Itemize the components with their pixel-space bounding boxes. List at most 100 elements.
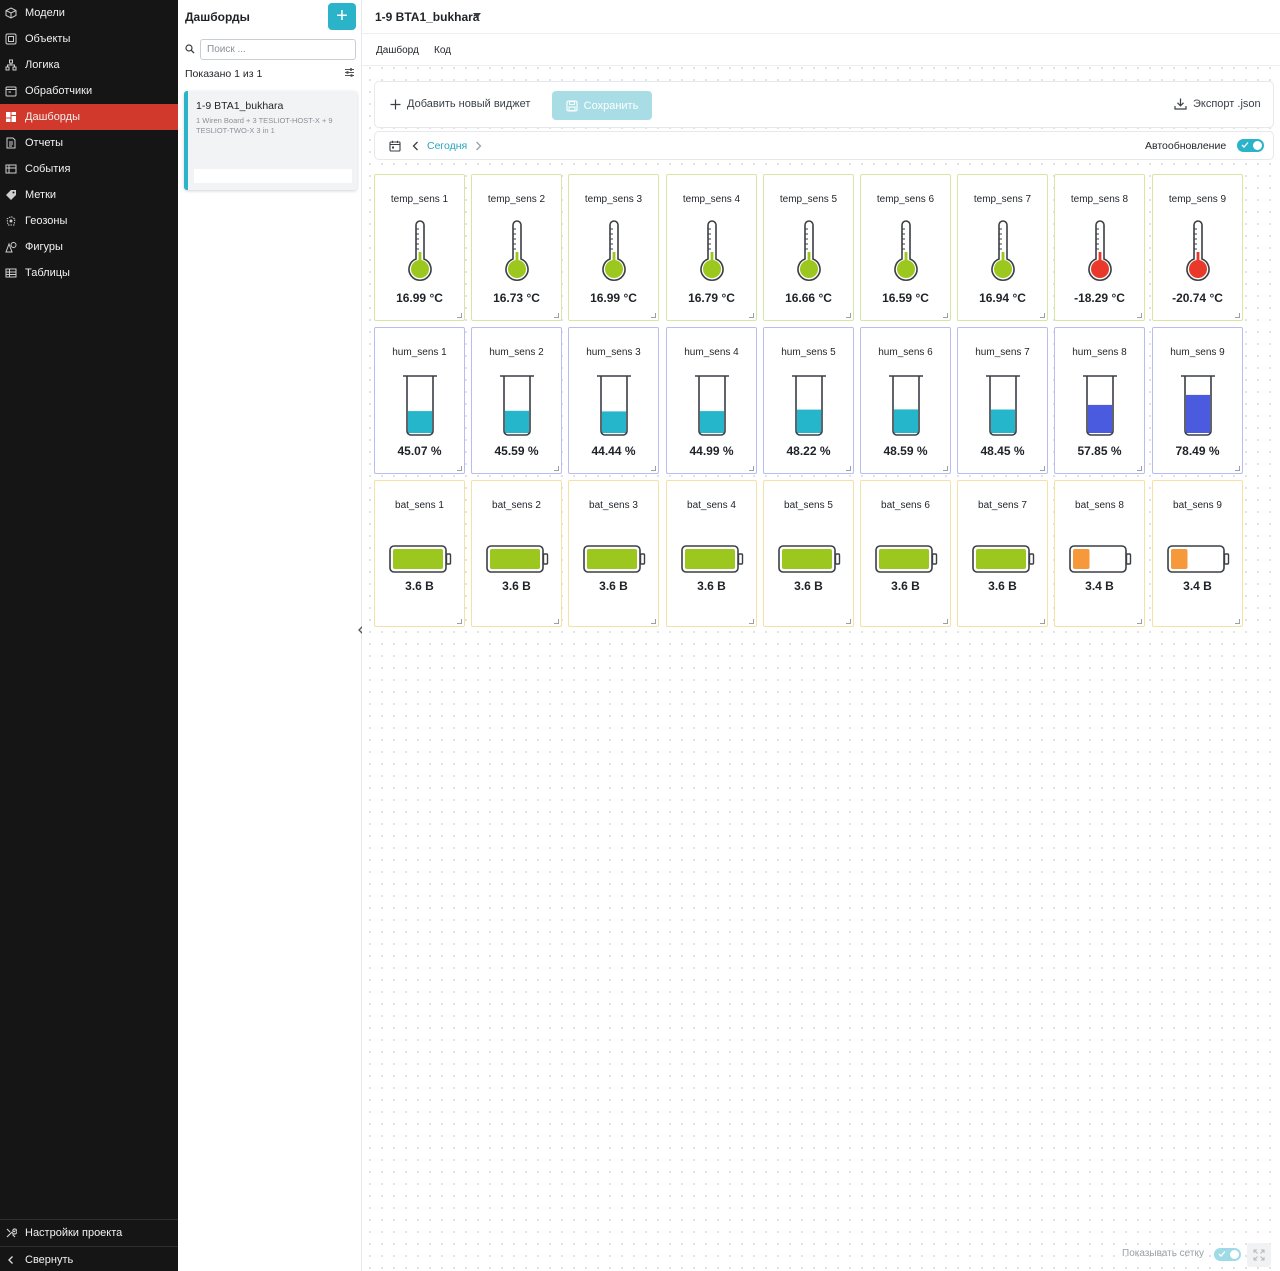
widget-title: bat_sens 4 bbox=[687, 500, 736, 511]
chevron-left-icon[interactable] bbox=[412, 141, 419, 151]
hum-widget[interactable]: hum_sens 1 45.07 % bbox=[374, 327, 465, 474]
bat-widget[interactable]: bat_sens 3 3.6 В bbox=[568, 480, 659, 627]
search-input[interactable]: Поиск ... bbox=[200, 39, 356, 60]
autorefresh-toggle[interactable] bbox=[1237, 139, 1264, 152]
resize-handle[interactable] bbox=[1235, 619, 1240, 624]
sidebar-item-object[interactable]: Объекты bbox=[0, 26, 178, 52]
resize-handle[interactable] bbox=[749, 313, 754, 318]
resize-handle[interactable] bbox=[1137, 619, 1142, 624]
add-widget-button[interactable]: Добавить новый виджет bbox=[390, 98, 530, 110]
hum-widget[interactable]: hum_sens 3 44.44 % bbox=[568, 327, 659, 474]
widget-value: 3.4 В bbox=[1183, 579, 1212, 593]
tab-code[interactable]: Код bbox=[434, 45, 451, 56]
hum-widget[interactable]: hum_sens 5 48.22 % bbox=[763, 327, 854, 474]
resize-handle[interactable] bbox=[1040, 466, 1045, 471]
widget-title: temp_sens 8 bbox=[1070, 194, 1129, 205]
resize-handle[interactable] bbox=[846, 313, 851, 318]
resize-handle[interactable] bbox=[943, 313, 948, 318]
sidebar-item-label: Логика bbox=[25, 59, 60, 71]
sidebar-item-label: Объекты bbox=[25, 33, 71, 45]
sidebar-item-geozone[interactable]: Геозоны bbox=[0, 208, 178, 234]
sidebar-item-tag[interactable]: Метки bbox=[0, 182, 178, 208]
widget-value: 3.6 В bbox=[794, 579, 823, 593]
temp-widget[interactable]: temp_sens 1 16.99 °C bbox=[374, 174, 465, 321]
temp-widget[interactable]: temp_sens 6 16.59 °C bbox=[860, 174, 951, 321]
add-dashboard-button[interactable]: + bbox=[328, 3, 356, 30]
resize-handle[interactable] bbox=[943, 619, 948, 624]
nav-collapse-button[interactable]: Свернуть bbox=[0, 1247, 178, 1271]
temp-widget[interactable]: temp_sens 7 16.94 °C bbox=[957, 174, 1048, 321]
temp-widget[interactable]: temp_sens 4 16.79 °C bbox=[666, 174, 757, 321]
widget-value: 3.6 В bbox=[502, 579, 531, 593]
bat-widget[interactable]: bat_sens 8 3.4 В bbox=[1054, 480, 1145, 627]
sidebar-item-handler[interactable]: Обработчики bbox=[0, 78, 178, 104]
resize-handle[interactable] bbox=[457, 619, 462, 624]
caret-down-icon[interactable] bbox=[473, 13, 481, 19]
resize-handle[interactable] bbox=[749, 466, 754, 471]
bat-widget[interactable]: bat_sens 2 3.6 В bbox=[471, 480, 562, 627]
dashboard-title[interactable]: 1-9 BTA1_bukhara bbox=[375, 10, 479, 24]
sidebar-item-dashboard[interactable]: Дашборды bbox=[0, 104, 178, 130]
export-json-button[interactable]: Экспорт .json bbox=[1174, 98, 1261, 110]
resize-handle[interactable] bbox=[554, 313, 559, 318]
resize-handle[interactable] bbox=[554, 619, 559, 624]
bat-widget[interactable]: bat_sens 7 3.6 В bbox=[957, 480, 1048, 627]
filter-sliders-icon[interactable] bbox=[344, 67, 355, 78]
resize-handle[interactable] bbox=[749, 619, 754, 624]
resize-handle[interactable] bbox=[1235, 466, 1240, 471]
resize-handle[interactable] bbox=[457, 313, 462, 318]
sidebar-item-cube[interactable]: Модели bbox=[0, 0, 178, 26]
bat-widget[interactable]: bat_sens 4 3.6 В bbox=[666, 480, 757, 627]
sidebar-item-table[interactable]: Таблицы bbox=[0, 260, 178, 286]
hum-widget[interactable]: hum_sens 8 57.85 % bbox=[1054, 327, 1145, 474]
save-button[interactable]: Сохранить bbox=[552, 91, 652, 120]
temp-widget[interactable]: temp_sens 8 -18.29 °C bbox=[1054, 174, 1145, 321]
widget-title: hum_sens 8 bbox=[1072, 347, 1127, 358]
resize-handle[interactable] bbox=[651, 313, 656, 318]
hum-widget[interactable]: hum_sens 6 48.59 % bbox=[860, 327, 951, 474]
nav-item-project-settings[interactable]: Настройки проекта bbox=[0, 1220, 178, 1246]
hum-widget[interactable]: hum_sens 7 48.45 % bbox=[957, 327, 1048, 474]
bat-widget[interactable]: bat_sens 9 3.4 В bbox=[1152, 480, 1243, 627]
resize-handle[interactable] bbox=[1235, 313, 1240, 318]
bat-widget[interactable]: bat_sens 6 3.6 В bbox=[860, 480, 951, 627]
resize-handle[interactable] bbox=[846, 466, 851, 471]
resize-handle[interactable] bbox=[651, 619, 656, 624]
resize-handle[interactable] bbox=[554, 466, 559, 471]
dashboard-list-item[interactable]: 1-9 BTA1_bukhara 1 Wiren Board + 3 TESLI… bbox=[184, 91, 357, 190]
tab-dashboard[interactable]: Дашборд bbox=[376, 45, 419, 56]
resize-handle[interactable] bbox=[1040, 619, 1045, 624]
widget-title: hum_sens 5 bbox=[781, 347, 836, 358]
resize-handle[interactable] bbox=[1040, 313, 1045, 318]
widget-title: hum_sens 6 bbox=[878, 347, 933, 358]
hum-widget[interactable]: hum_sens 9 78.49 % bbox=[1152, 327, 1243, 474]
bat-widget[interactable]: bat_sens 5 3.6 В bbox=[763, 480, 854, 627]
beaker-icon bbox=[986, 375, 1020, 436]
sidebar-item-shapes[interactable]: Фигуры bbox=[0, 234, 178, 260]
temp-widget[interactable]: temp_sens 3 16.99 °C bbox=[568, 174, 659, 321]
show-grid-toggle[interactable] bbox=[1214, 1248, 1241, 1261]
sidebar-item-report[interactable]: Отчеты bbox=[0, 130, 178, 156]
hum-widget[interactable]: hum_sens 2 45.59 % bbox=[471, 327, 562, 474]
sidebar-item-events[interactable]: События bbox=[0, 156, 178, 182]
period-selector[interactable]: Сегодня bbox=[427, 140, 467, 152]
handler-icon bbox=[5, 85, 17, 97]
temp-widget[interactable]: temp_sens 5 16.66 °C bbox=[763, 174, 854, 321]
temp-widget[interactable]: temp_sens 9 -20.74 °C bbox=[1152, 174, 1243, 321]
widget-title: temp_sens 5 bbox=[779, 194, 838, 205]
resize-handle[interactable] bbox=[1137, 466, 1142, 471]
resize-handle[interactable] bbox=[943, 466, 948, 471]
resize-handle[interactable] bbox=[651, 466, 656, 471]
calendar-icon[interactable] bbox=[389, 140, 401, 152]
sidebar-item-label: Дашборды bbox=[25, 111, 80, 123]
resize-handle[interactable] bbox=[846, 619, 851, 624]
chevron-right-icon[interactable] bbox=[475, 141, 482, 151]
expand-icon bbox=[1253, 1249, 1265, 1261]
fullscreen-button[interactable] bbox=[1247, 1243, 1271, 1267]
hum-widget[interactable]: hum_sens 4 44.99 % bbox=[666, 327, 757, 474]
temp-widget[interactable]: temp_sens 2 16.73 °C bbox=[471, 174, 562, 321]
bat-widget[interactable]: bat_sens 1 3.6 В bbox=[374, 480, 465, 627]
resize-handle[interactable] bbox=[457, 466, 462, 471]
sidebar-item-logic-tree[interactable]: Логика bbox=[0, 52, 178, 78]
resize-handle[interactable] bbox=[1137, 313, 1142, 318]
